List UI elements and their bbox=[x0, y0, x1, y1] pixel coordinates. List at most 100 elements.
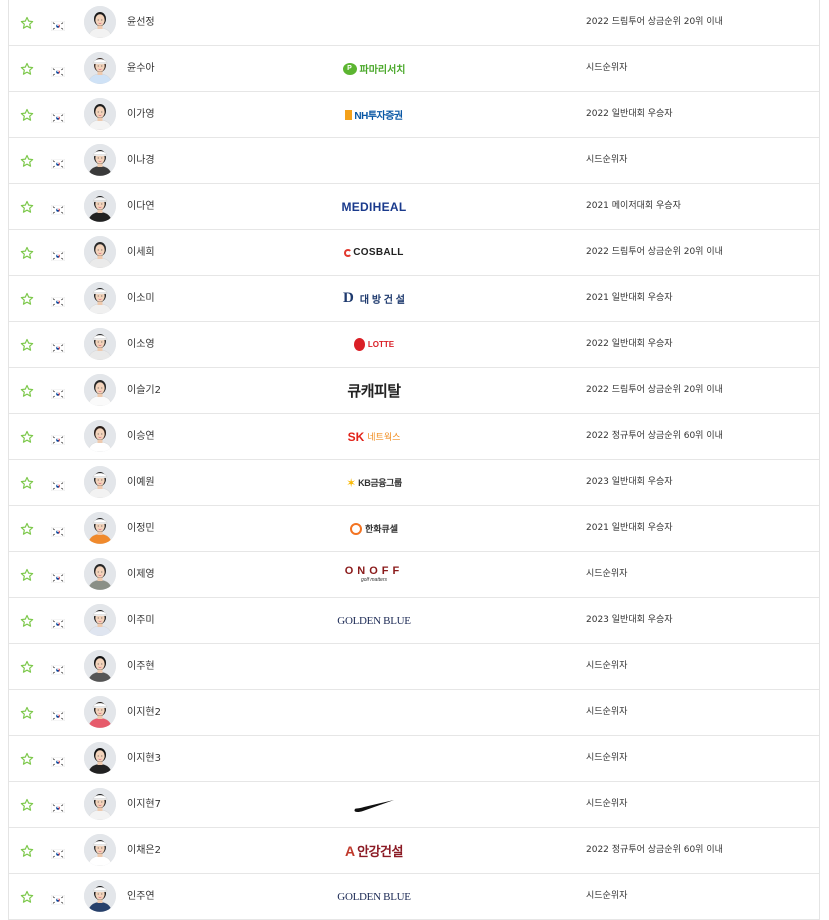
player-avatar[interactable] bbox=[84, 466, 116, 498]
player-name[interactable]: 이나경 bbox=[127, 138, 155, 183]
player-avatar[interactable] bbox=[84, 282, 116, 314]
favorite-star-icon[interactable] bbox=[20, 613, 34, 627]
player-name[interactable]: 이승연 bbox=[127, 414, 155, 459]
qualification-text: 2022 일반대회 우승자 bbox=[586, 109, 673, 119]
qualification-text: 2022 드림투어 상금순위 20위 이내 bbox=[586, 247, 723, 257]
korea-flag-icon bbox=[50, 292, 66, 308]
qualification-text: 2022 정규투어 상금순위 60위 이내 bbox=[586, 845, 723, 855]
favorite-star-icon[interactable] bbox=[20, 521, 34, 535]
lotte-icon bbox=[353, 338, 365, 351]
daebang-icon: D bbox=[343, 290, 354, 306]
favorite-star-icon[interactable] bbox=[20, 291, 34, 305]
player-avatar[interactable] bbox=[84, 6, 116, 38]
favorite-star-icon[interactable] bbox=[20, 383, 34, 397]
favorite-star-icon[interactable] bbox=[20, 337, 34, 351]
sponsor-logo-text: NH투자증권 bbox=[354, 111, 403, 122]
player-name[interactable]: 이소미 bbox=[127, 276, 155, 321]
player-name[interactable]: 이제영 bbox=[127, 552, 155, 597]
player-row: 이소영 LOTTE 2022 일반대회 우승자 bbox=[9, 321, 819, 367]
korea-flag-icon bbox=[50, 568, 66, 584]
qualification-text: 시드순위자 bbox=[586, 799, 628, 809]
player-avatar[interactable] bbox=[84, 880, 116, 912]
player-avatar[interactable] bbox=[84, 788, 116, 820]
favorite-star-icon[interactable] bbox=[20, 889, 34, 903]
favorite-star-icon[interactable] bbox=[20, 107, 34, 121]
sponsor-logo-text: 대 방 건 설 bbox=[359, 295, 405, 306]
favorite-star-icon[interactable] bbox=[20, 15, 34, 29]
favorite-star-icon[interactable] bbox=[20, 61, 34, 75]
player-avatar[interactable] bbox=[84, 696, 116, 728]
player-avatar[interactable] bbox=[84, 742, 116, 774]
player-avatar[interactable] bbox=[84, 604, 116, 636]
sponsor-logo-empty bbox=[299, 690, 449, 735]
player-name[interactable]: 이다연 bbox=[127, 184, 155, 229]
player-avatar[interactable] bbox=[84, 190, 116, 222]
player-name[interactable]: 이소영 bbox=[127, 322, 155, 367]
sponsor-logo-text: MEDIHEAL bbox=[341, 199, 407, 214]
korea-flag-icon bbox=[50, 200, 66, 216]
player-name[interactable]: 이지현3 bbox=[127, 736, 161, 781]
sponsor-logo: ✶ KB금융그룹 bbox=[299, 460, 449, 505]
nike-swoosh-icon bbox=[354, 799, 394, 812]
qualification-text: 시드순위자 bbox=[586, 569, 628, 579]
qualification-text: 2021 일반대회 우승자 bbox=[586, 523, 673, 533]
favorite-star-icon[interactable] bbox=[20, 475, 34, 489]
favorite-star-icon[interactable] bbox=[20, 659, 34, 673]
qualification-text: 2021 일반대회 우승자 bbox=[586, 293, 673, 303]
player-avatar[interactable] bbox=[84, 558, 116, 590]
player-avatar[interactable] bbox=[84, 834, 116, 866]
player-avatar[interactable] bbox=[84, 650, 116, 682]
qualification-text: 2022 드림투어 상금순위 20위 이내 bbox=[586, 17, 723, 27]
player-name[interactable]: 윤수아 bbox=[127, 46, 155, 91]
player-name[interactable]: 이슬기2 bbox=[127, 368, 161, 413]
player-row: 이슬기2 큐캐피탈 2022 드림투어 상금순위 20위 이내 bbox=[9, 367, 819, 413]
favorite-star-icon[interactable] bbox=[20, 567, 34, 581]
qualification-text: 2022 정규투어 상금순위 60위 이내 bbox=[586, 431, 723, 441]
sponsor-logo: MEDIHEAL bbox=[299, 184, 449, 229]
player-avatar[interactable] bbox=[84, 52, 116, 84]
sponsor-logo: ONOFF golf matters bbox=[299, 552, 449, 597]
sponsor-logo: P 파마리서치 bbox=[299, 46, 449, 91]
player-row: 이지현3 시드순위자 bbox=[9, 735, 819, 781]
player-name[interactable]: 이가영 bbox=[127, 92, 155, 137]
player-name[interactable]: 이지현7 bbox=[127, 782, 161, 827]
player-row: 윤선정 2022 드림투어 상금순위 20위 이내 bbox=[9, 0, 819, 45]
player-name[interactable]: 윤선정 bbox=[127, 0, 155, 45]
player-avatar[interactable] bbox=[84, 512, 116, 544]
player-row: 이제영 ONOFF golf matters 시드순위자 bbox=[9, 551, 819, 597]
player-name[interactable]: 이채은2 bbox=[127, 828, 161, 873]
player-avatar[interactable] bbox=[84, 236, 116, 268]
sponsor-logo: GOLDEN BLUE bbox=[299, 598, 449, 643]
favorite-star-icon[interactable] bbox=[20, 797, 34, 811]
player-avatar[interactable] bbox=[84, 374, 116, 406]
favorite-star-icon[interactable] bbox=[20, 153, 34, 167]
player-avatar[interactable] bbox=[84, 420, 116, 452]
player-avatar[interactable] bbox=[84, 98, 116, 130]
player-row: 인주연 GOLDEN BLUE 시드순위자 bbox=[9, 873, 819, 920]
sponsor-logo-empty bbox=[299, 644, 449, 689]
sponsor-logo-text: GOLDEN BLUE bbox=[337, 890, 411, 903]
player-name[interactable]: 이세희 bbox=[127, 230, 155, 275]
sponsor-logo: 한화큐셀 bbox=[299, 506, 449, 551]
sponsor-logo-text: LOTTE bbox=[367, 340, 395, 349]
player-name[interactable]: 이정민 bbox=[127, 506, 155, 551]
player-name[interactable]: 이지현2 bbox=[127, 690, 161, 735]
player-name[interactable]: 인주연 bbox=[127, 874, 155, 919]
player-name[interactable]: 이예원 bbox=[127, 460, 155, 505]
player-avatar[interactable] bbox=[84, 144, 116, 176]
favorite-star-icon[interactable] bbox=[20, 429, 34, 443]
qualification-text: 2023 일반대회 우승자 bbox=[586, 615, 673, 625]
player-row: 이가영 NH투자증권 2022 일반대회 우승자 bbox=[9, 91, 819, 137]
player-avatar[interactable] bbox=[84, 328, 116, 360]
favorite-star-icon[interactable] bbox=[20, 245, 34, 259]
player-name[interactable]: 이주현 bbox=[127, 644, 155, 689]
favorite-star-icon[interactable] bbox=[20, 705, 34, 719]
player-list: 윤선정 2022 드림투어 상금순위 20위 이내 윤수아 P 파마리서치 시드순위자 이가… bbox=[8, 0, 820, 920]
favorite-star-icon[interactable] bbox=[20, 843, 34, 857]
qualification-text: 2023 일반대회 우승자 bbox=[586, 477, 673, 487]
pharmaresearch-icon: P bbox=[342, 62, 357, 75]
favorite-star-icon[interactable] bbox=[20, 199, 34, 213]
player-name[interactable]: 이주미 bbox=[127, 598, 155, 643]
favorite-star-icon[interactable] bbox=[20, 751, 34, 765]
sponsor-logo-empty bbox=[299, 138, 449, 183]
